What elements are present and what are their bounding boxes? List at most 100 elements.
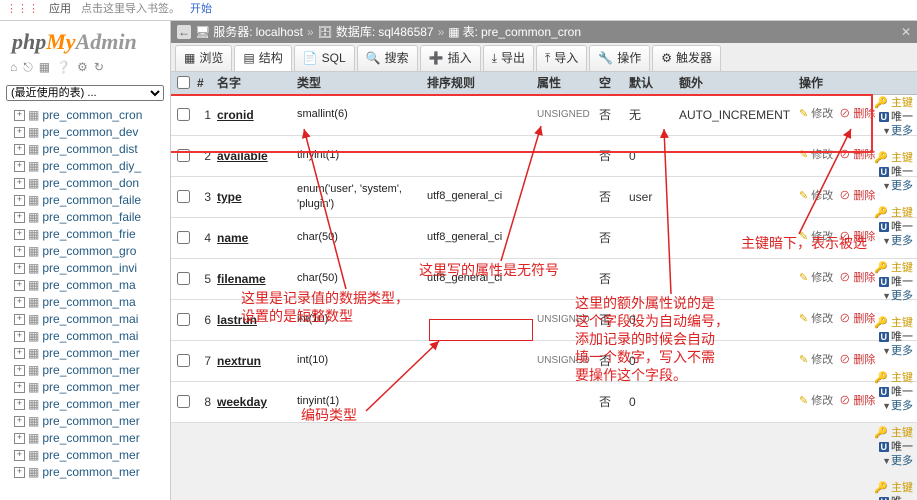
row-checkbox[interactable] [177, 313, 190, 326]
expand-icon[interactable]: + [14, 110, 25, 121]
breadcrumb-server[interactable]: localhost [256, 24, 303, 41]
primary-key-link[interactable]: 🔑 主键 [873, 151, 913, 165]
tree-item-label[interactable]: pre_common_mer [42, 430, 139, 447]
sql-icon[interactable]: ▦ [39, 59, 50, 76]
column-name[interactable]: available [217, 148, 297, 165]
expand-icon[interactable]: + [14, 450, 25, 461]
tree-item-label[interactable]: pre_common_ma [42, 294, 135, 311]
tree-item-label[interactable]: pre_common_mer [42, 379, 139, 396]
tree-item-label[interactable]: pre_common_don [42, 175, 139, 192]
expand-icon[interactable]: + [14, 144, 25, 155]
tab-SQL[interactable]: 📄SQL [294, 45, 355, 71]
tab-操作[interactable]: 🔧操作 [589, 45, 650, 71]
expand-icon[interactable]: + [14, 314, 25, 325]
recent-tables-select[interactable]: (最近使用的表) ... [6, 85, 164, 101]
primary-key-link[interactable]: 🔑 主键 [873, 371, 913, 385]
expand-icon[interactable]: + [14, 229, 25, 240]
primary-key-link[interactable]: 🔑 主键 [873, 96, 913, 110]
column-name[interactable]: type [217, 189, 297, 206]
delete-link[interactable]: ⊘ 删除 [839, 312, 875, 327]
tree-item-label[interactable]: pre_common_mer [42, 362, 139, 379]
tree-item-label[interactable]: pre_common_mer [42, 464, 139, 481]
tab-导入[interactable]: ⤒导入 [536, 45, 587, 71]
tree-item-label[interactable]: pre_common_diy_ [42, 158, 141, 175]
tree-item-label[interactable]: pre_common_mai [42, 311, 138, 328]
edit-link[interactable]: ✎ 修改 [799, 230, 833, 245]
expand-icon[interactable]: + [14, 195, 25, 206]
row-checkbox[interactable] [177, 395, 190, 408]
docs-icon[interactable]: ❔ [56, 59, 71, 76]
tab-触发器[interactable]: ⚙触发器 [652, 45, 721, 71]
primary-key-link[interactable]: 🔑 主键 [873, 426, 913, 440]
tree-item[interactable]: +▦pre_common_faile [4, 209, 170, 226]
column-name[interactable]: lastrun [217, 312, 297, 329]
edit-link[interactable]: ✎ 修改 [799, 312, 833, 327]
unique-link[interactable]: U唯一 [873, 495, 913, 500]
column-name[interactable]: weekday [217, 394, 297, 411]
tree-item-label[interactable]: pre_common_gro [42, 243, 136, 260]
tree-item[interactable]: +▦pre_common_mer [4, 430, 170, 447]
more-link[interactable]: ▼更多 [873, 289, 913, 303]
tree-item[interactable]: +▦pre_common_gro [4, 243, 170, 260]
apps-label[interactable]: 应用 [49, 2, 71, 17]
header-extra[interactable]: 额外 [679, 75, 799, 92]
more-link[interactable]: ▼更多 [873, 179, 913, 193]
expand-icon[interactable]: + [14, 416, 25, 427]
delete-link[interactable]: ⊘ 删除 [839, 353, 875, 368]
unique-link[interactable]: U唯一 [873, 220, 913, 234]
tree-item-label[interactable]: pre_common_frie [42, 226, 135, 243]
expand-icon[interactable]: + [14, 246, 25, 257]
tree-item-label[interactable]: pre_common_mer [42, 413, 139, 430]
tree-item[interactable]: +▦pre_common_mer [4, 396, 170, 413]
primary-key-link[interactable]: 🔑 主键 [873, 261, 913, 275]
start-link[interactable]: 开始 [190, 2, 212, 17]
tree-item[interactable]: +▦pre_common_ma [4, 277, 170, 294]
tree-item-label[interactable]: pre_common_mai [42, 328, 138, 345]
tree-item[interactable]: +▦pre_common_ma [4, 294, 170, 311]
tab-导出[interactable]: ⤓导出 [483, 45, 534, 71]
apps-grid-icon[interactable]: ⋮⋮⋮ [6, 2, 39, 17]
edit-link[interactable]: ✎ 修改 [799, 271, 833, 286]
row-checkbox[interactable] [177, 231, 190, 244]
row-checkbox[interactable] [177, 354, 190, 367]
more-link[interactable]: ▼更多 [873, 454, 913, 468]
unique-link[interactable]: U唯一 [873, 440, 913, 454]
tree-item-label[interactable]: pre_common_mer [42, 396, 139, 413]
unique-link[interactable]: U唯一 [873, 165, 913, 179]
unique-link[interactable]: U唯一 [873, 330, 913, 344]
unique-link[interactable]: U唯一 [873, 110, 913, 124]
more-link[interactable]: ▼更多 [873, 124, 913, 138]
breadcrumb-table[interactable]: pre_common_cron [481, 24, 581, 41]
more-link[interactable]: ▼更多 [873, 234, 913, 248]
column-name[interactable]: filename [217, 271, 297, 288]
logout-icon[interactable]: ⎋ [23, 59, 33, 76]
expand-icon[interactable]: + [14, 161, 25, 172]
row-checkbox[interactable] [177, 108, 190, 121]
tab-结构[interactable]: ▤结构 [234, 45, 291, 71]
tree-item[interactable]: +▦pre_common_mer [4, 464, 170, 481]
tree-item[interactable]: +▦pre_common_mer [4, 413, 170, 430]
select-all-checkbox[interactable] [177, 76, 190, 89]
settings-icon[interactable]: ⚙ [77, 59, 88, 76]
expand-icon[interactable]: + [14, 297, 25, 308]
expand-icon[interactable]: + [14, 331, 25, 342]
tree-item[interactable]: +▦pre_common_cron [4, 107, 170, 124]
expand-icon[interactable]: + [14, 212, 25, 223]
header-null[interactable]: 空 [599, 75, 629, 92]
delete-link[interactable]: ⊘ 删除 [839, 148, 875, 163]
row-checkbox[interactable] [177, 272, 190, 285]
close-icon[interactable]: ✕ [901, 24, 911, 41]
header-attr[interactable]: 属性 [537, 75, 599, 92]
tree-item[interactable]: +▦pre_common_dist [4, 141, 170, 158]
header-type[interactable]: 类型 [297, 75, 427, 92]
edit-link[interactable]: ✎ 修改 [799, 189, 833, 204]
tree-item[interactable]: +▦pre_common_don [4, 175, 170, 192]
breadcrumb-home-icon[interactable]: ← [177, 25, 191, 39]
tree-item-label[interactable]: pre_common_ma [42, 277, 135, 294]
tree-item-label[interactable]: pre_common_invi [42, 260, 137, 277]
breadcrumb-db[interactable]: sql486587 [378, 24, 433, 41]
delete-link[interactable]: ⊘ 删除 [839, 107, 875, 122]
tab-搜索[interactable]: 🔍搜索 [357, 45, 418, 71]
tree-item-label[interactable]: pre_common_mer [42, 447, 139, 464]
tab-浏览[interactable]: ▦浏览 [175, 45, 232, 71]
